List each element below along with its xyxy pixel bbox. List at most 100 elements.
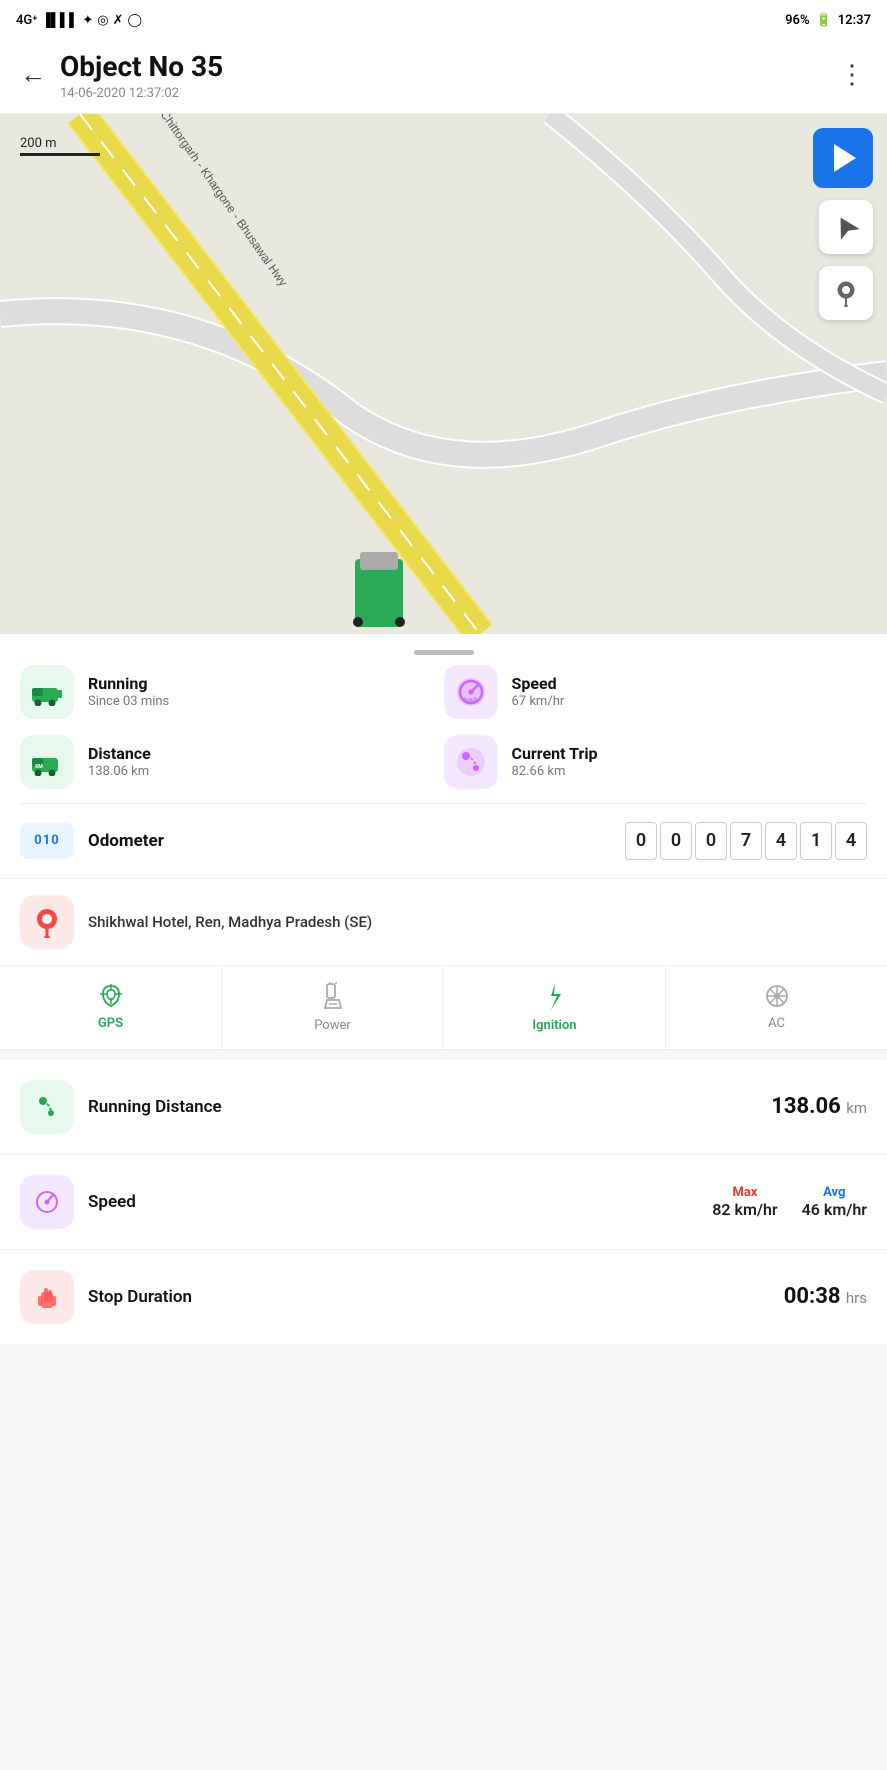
- odo-digit-1: 0: [625, 822, 657, 860]
- svg-text:km/h: km/h: [464, 697, 479, 704]
- odo-digit-7: 4: [835, 822, 867, 860]
- page-subtitle: 14-06-2020 12:37:02: [60, 86, 839, 101]
- info-panel: Running Since 03 mins km/h Speed 67 km/h…: [0, 634, 887, 1050]
- trip-value: 82.66 km: [512, 764, 598, 779]
- status-right: 96% 🔋 12:37: [785, 13, 871, 28]
- message-icon: ◯: [127, 13, 142, 28]
- location-pin-icon: [33, 906, 61, 938]
- running-text: Running Since 03 mins: [88, 674, 169, 709]
- running-distance-icon: [31, 1091, 63, 1123]
- navigate-icon: [833, 214, 859, 240]
- ac-icon: [762, 982, 792, 1010]
- speed-icon-wrap: km/h: [444, 665, 498, 719]
- speed-stats-row: Speed Max 82 km/hr Avg 46 km/hr: [0, 1155, 887, 1250]
- running-distance-label: Running Distance: [88, 1097, 771, 1117]
- speed-stats-label: Speed: [88, 1192, 712, 1212]
- odo-digit-4: 7: [730, 822, 762, 860]
- sensors-row: GPS Power Ignition: [0, 965, 887, 1050]
- trip-text: Current Trip 82.66 km: [512, 744, 598, 779]
- truck-distance-icon: KM: [30, 748, 64, 776]
- stop-duration-icon-wrap: [20, 1270, 74, 1324]
- page-title: Object No 35: [60, 50, 839, 84]
- odometer-icon: 010: [20, 823, 74, 859]
- stat-current-trip: Current Trip 82.66 km: [444, 735, 868, 789]
- speedometer-icon: km/h: [454, 675, 488, 709]
- ignition-icon: [541, 982, 569, 1012]
- header: ← Object No 35 14-06-2020 12:37:02 ⋮: [0, 40, 887, 114]
- stop-duration-label: Stop Duration: [88, 1287, 784, 1307]
- sensor-ac[interactable]: AC: [666, 966, 887, 1049]
- speed-stats-icon-wrap: [20, 1175, 74, 1229]
- speed-text: Speed 67 km/hr: [512, 674, 565, 709]
- odo-digit-5: 4: [765, 822, 797, 860]
- speed-label: Speed: [512, 674, 565, 693]
- stop-duration-icon: [32, 1280, 62, 1314]
- map-svg: Chittorgarh - Khargone - Bhusawal Hwy: [0, 114, 887, 634]
- speed-avg-label: Avg: [802, 1185, 867, 1200]
- truck-running-icon: [30, 678, 64, 706]
- running-label: Running: [88, 674, 169, 693]
- distance-value: 138.06 km: [88, 764, 151, 779]
- stop-duration-value: 00:38 hrs: [784, 1284, 867, 1309]
- location-button[interactable]: [819, 200, 873, 254]
- battery-text: 96%: [785, 13, 809, 28]
- running-icon-wrap: [20, 665, 74, 719]
- odo-digit-2: 0: [660, 822, 692, 860]
- odo-digit-3: 0: [695, 822, 727, 860]
- power-label: Power: [314, 1018, 351, 1033]
- odometer-digits: 0 0 0 7 4 1 4: [625, 822, 867, 860]
- stat-running: Running Since 03 mins: [20, 665, 444, 719]
- location-text: Shikhwal Hotel, Ren, Madhya Pradesh (SE): [88, 913, 867, 931]
- speed-stats-icon: [31, 1186, 63, 1218]
- speed-value: 67 km/hr: [512, 694, 565, 709]
- odometer-left: 010 Odometer: [20, 823, 164, 859]
- running-distance-value: 138.06 km: [771, 1094, 867, 1119]
- sensor-ignition[interactable]: Ignition: [444, 966, 666, 1049]
- sensor-power[interactable]: Power: [222, 966, 444, 1049]
- distance-label: Distance: [88, 744, 151, 763]
- sensor-gps[interactable]: GPS: [0, 966, 222, 1049]
- play-icon: [834, 144, 856, 172]
- stat-speed: km/h Speed 67 km/hr: [444, 665, 868, 719]
- running-value: Since 03 mins: [88, 694, 169, 709]
- bluetooth-icon: ✦: [82, 13, 93, 28]
- header-title-group: Object No 35 14-06-2020 12:37:02: [60, 50, 839, 101]
- speed-row-top: Max 82 km/hr Avg 46 km/hr: [712, 1185, 867, 1219]
- distance-text: Distance 138.06 km: [88, 744, 151, 779]
- mute-icon: ✗: [113, 13, 124, 28]
- back-button[interactable]: ←: [20, 62, 46, 88]
- stat-distance: KM Distance 138.06 km: [20, 735, 444, 789]
- trip-icon: [454, 745, 488, 779]
- speed-max-col: Max 82 km/hr: [712, 1185, 777, 1219]
- odometer-label: Odometer: [88, 831, 164, 851]
- gps-icon: [96, 982, 126, 1010]
- gps-label: GPS: [98, 1016, 123, 1031]
- svg-text:KM: KM: [35, 764, 43, 770]
- location-row: Shikhwal Hotel, Ren, Madhya Pradesh (SE): [0, 878, 887, 965]
- more-button[interactable]: ⋮: [839, 60, 867, 90]
- ac-label: AC: [768, 1016, 785, 1031]
- odo-digit-6: 1: [800, 822, 832, 860]
- signal-bars: ▐▌▌▌: [41, 12, 78, 28]
- pin-icon: [834, 279, 858, 307]
- map-container[interactable]: Chittorgarh - Khargone - Bhusawal Hwy 20…: [0, 114, 887, 634]
- ignition-label: Ignition: [532, 1018, 576, 1033]
- trip-label: Current Trip: [512, 744, 598, 763]
- power-icon: [319, 982, 347, 1012]
- location-icon-wrap: [20, 895, 74, 949]
- pin-button[interactable]: [819, 266, 873, 320]
- status-left: 4G⁺ ▐▌▌▌ ✦ ◎ ✗ ◯: [16, 12, 142, 28]
- speed-values: Max 82 km/hr Avg 46 km/hr: [712, 1185, 867, 1219]
- map-scale: 200 m: [20, 136, 100, 156]
- speed-avg-value: 46 km/hr: [802, 1200, 867, 1219]
- location-icon: ◎: [97, 13, 108, 28]
- distance-icon-wrap: KM: [20, 735, 74, 789]
- running-distance-icon-wrap: [20, 1080, 74, 1134]
- trip-icon-wrap: [444, 735, 498, 789]
- signal-icon: 4G⁺: [16, 13, 37, 28]
- battery-icon: 🔋: [816, 13, 832, 28]
- status-bar: 4G⁺ ▐▌▌▌ ✦ ◎ ✗ ◯ 96% 🔋 12:37: [0, 0, 887, 40]
- play-button[interactable]: [813, 128, 873, 188]
- stop-duration-row: Stop Duration 00:38 hrs: [0, 1250, 887, 1345]
- speed-max-value: 82 km/hr: [712, 1200, 777, 1219]
